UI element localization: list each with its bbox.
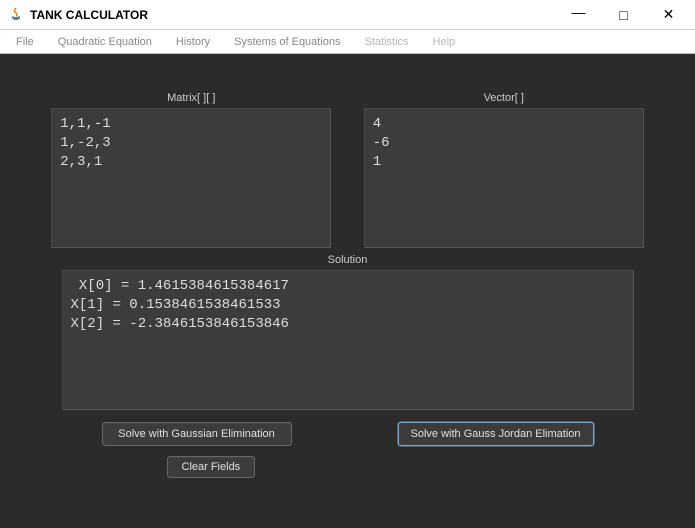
titlebar: TANK CALCULATOR — □ ✕	[0, 0, 695, 30]
menu-statistics[interactable]: Statistics	[353, 36, 421, 48]
matrix-input[interactable]: 1,1,-1 1,-2,3 2,3,1	[51, 108, 331, 248]
window-controls: — □ ✕	[556, 0, 691, 29]
menu-quadratic[interactable]: Quadratic Equation	[46, 36, 164, 48]
vector-label: Vector[ ]	[484, 92, 524, 104]
solution-label: Solution	[328, 254, 368, 266]
java-icon	[8, 7, 24, 23]
minimize-button[interactable]: —	[556, 0, 601, 29]
window-title: TANK CALCULATOR	[30, 8, 148, 22]
solution-output[interactable]: X[0] = 1.4615384615384617 X[1] = 0.15384…	[62, 270, 634, 410]
vector-input[interactable]: 4 -6 1	[364, 108, 644, 248]
content-area: Matrix[ ][ ] 1,1,-1 1,-2,3 2,3,1 Vector[…	[0, 54, 695, 528]
close-button[interactable]: ✕	[646, 0, 691, 29]
clear-button-row: Clear Fields	[62, 456, 634, 478]
solve-gauss-jordan-button[interactable]: Solve with Gauss Jordan Elimation	[398, 422, 594, 446]
solve-button-row: Solve with Gaussian Elimination Solve wi…	[62, 422, 634, 446]
menu-file[interactable]: File	[4, 36, 46, 48]
matrix-panel: Matrix[ ][ ] 1,1,-1 1,-2,3 2,3,1	[40, 92, 343, 248]
vector-panel: Vector[ ] 4 -6 1	[353, 92, 656, 248]
menu-help[interactable]: Help	[421, 36, 468, 48]
clear-fields-button[interactable]: Clear Fields	[167, 456, 256, 478]
solve-gaussian-button[interactable]: Solve with Gaussian Elimination	[102, 422, 292, 446]
maximize-button[interactable]: □	[601, 0, 646, 29]
menubar: File Quadratic Equation History Systems …	[0, 30, 695, 54]
menu-systems[interactable]: Systems of Equations	[222, 36, 352, 48]
solution-panel: Solution X[0] = 1.4615384615384617 X[1] …	[40, 254, 655, 410]
matrix-label: Matrix[ ][ ]	[167, 92, 215, 104]
menu-history[interactable]: History	[164, 36, 222, 48]
input-row: Matrix[ ][ ] 1,1,-1 1,-2,3 2,3,1 Vector[…	[40, 92, 655, 248]
